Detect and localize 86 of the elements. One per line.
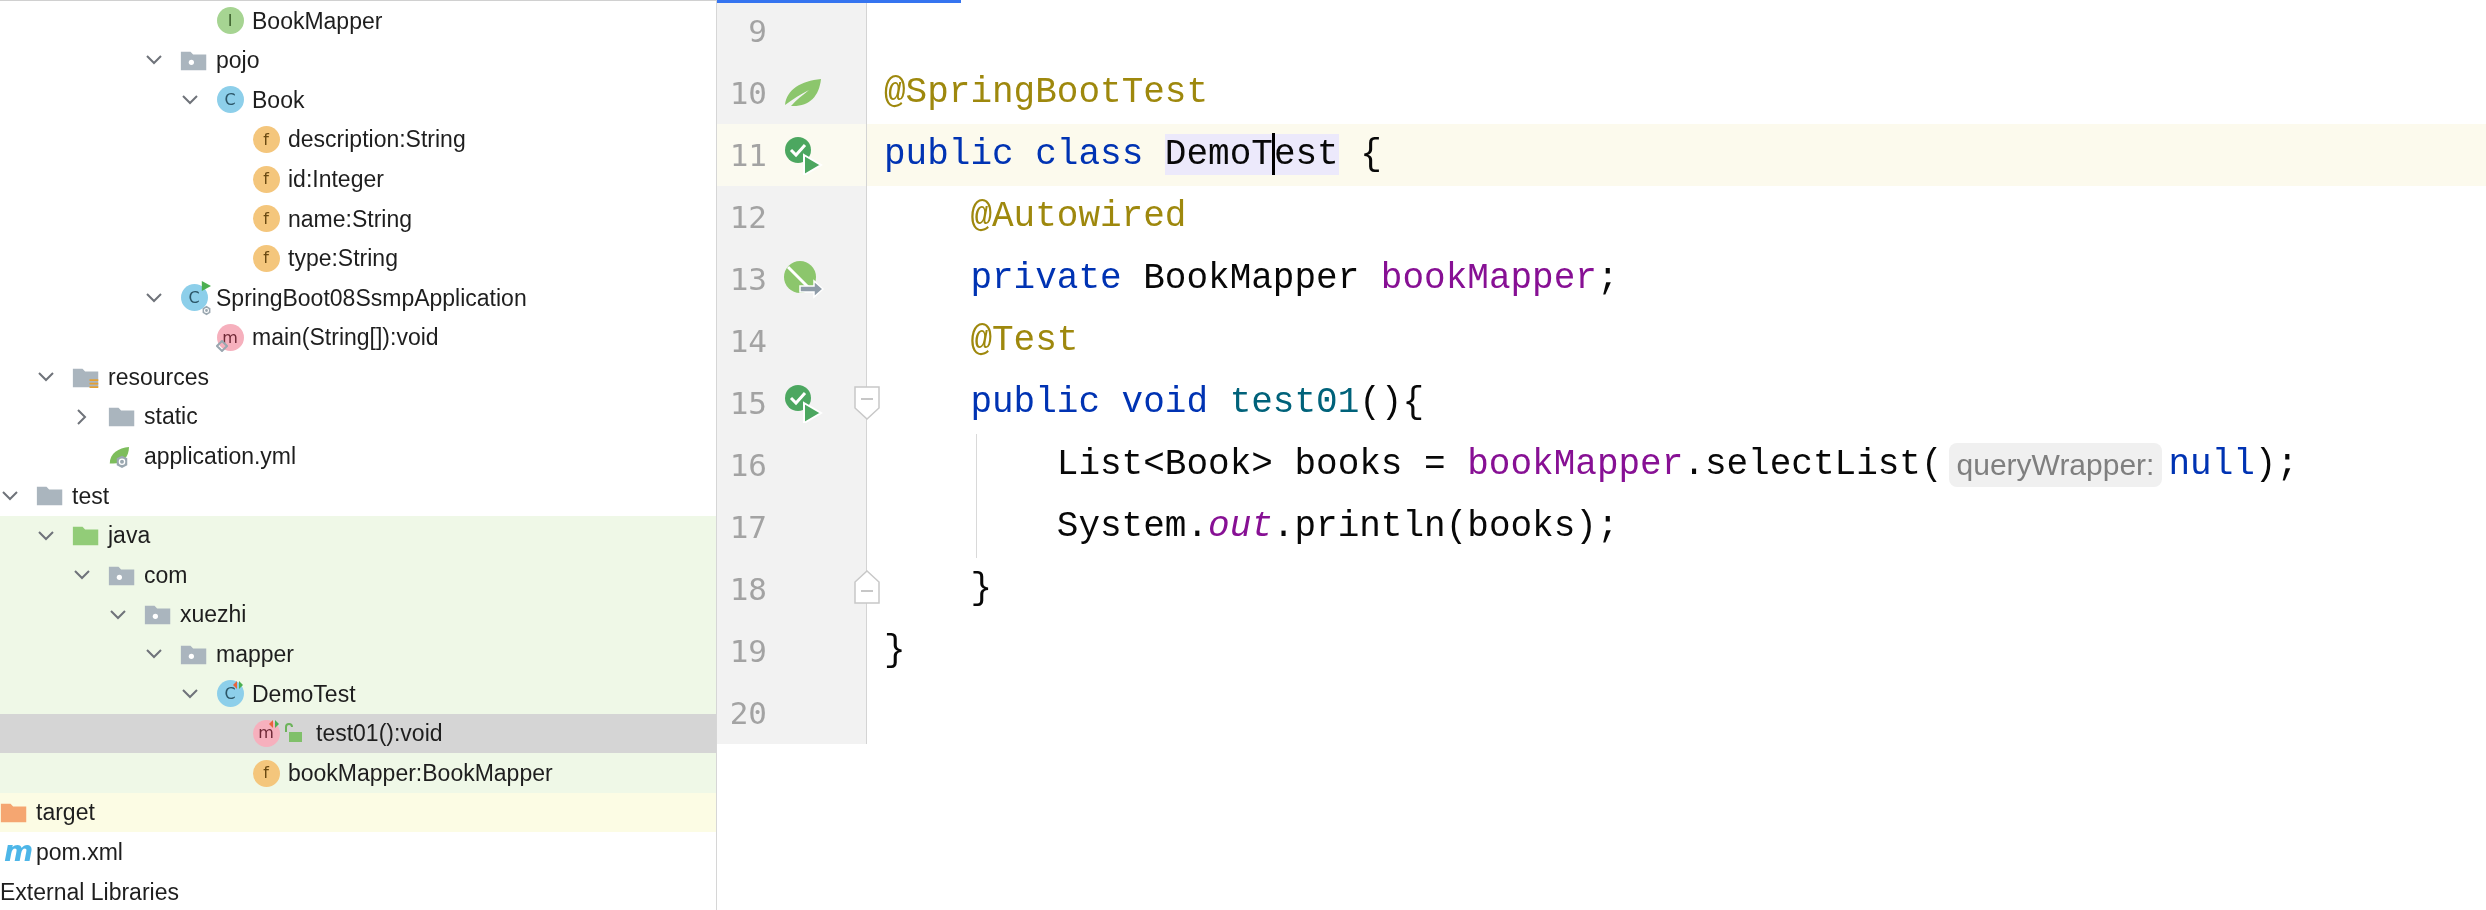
line-number: 17 <box>728 507 767 547</box>
code-text: } <box>884 629 906 673</box>
line-number: 19 <box>728 631 767 671</box>
parameter-hint: queryWrapper: <box>1948 443 2163 487</box>
item-label: type:String <box>288 244 398 274</box>
code-text: @Autowired <box>970 195 1187 239</box>
chevron-down-icon[interactable] <box>74 570 90 581</box>
line-number: 11 <box>728 135 767 175</box>
excluded-folder-icon <box>0 801 28 825</box>
line-number: 12 <box>728 197 767 237</box>
item-label: External Libraries <box>0 877 179 907</box>
code-text: public void test01(){ <box>970 381 1425 425</box>
chevron-down-icon[interactable] <box>182 688 198 699</box>
field-icon: f <box>252 165 280 194</box>
item-label: application.yml <box>144 442 297 472</box>
item-label: test <box>72 481 110 511</box>
folder-icon <box>108 405 136 429</box>
code-text: @Test <box>970 319 1079 363</box>
chevron-down-icon[interactable] <box>38 372 54 383</box>
item-label: BookMapper <box>252 6 383 36</box>
line-number: 13 <box>728 259 767 299</box>
code-text: } <box>970 567 992 611</box>
item-label: com <box>144 560 188 590</box>
item-label: java <box>108 521 151 551</box>
chevron-down-icon[interactable] <box>38 530 54 541</box>
item-label: pojo <box>216 46 260 76</box>
chevron-down-icon[interactable] <box>110 609 126 620</box>
tree-row[interactable]: f bookMapper:BookMapper <box>0 753 716 793</box>
item-label: test01():void <box>316 719 443 749</box>
bean-navigate-icon[interactable] <box>782 259 824 299</box>
item-label: static <box>144 402 198 432</box>
method-icon: m <box>216 323 244 352</box>
field-icon: f <box>252 204 280 233</box>
code-text: public class DemoTest { <box>884 132 1382 178</box>
chevron-down-icon[interactable] <box>2 490 18 501</box>
tree-row[interactable]: com <box>0 555 716 595</box>
folder-icon <box>36 484 64 508</box>
line-number: 14 <box>728 321 767 361</box>
test-folder-icon <box>72 524 100 547</box>
code-text: @SpringBootTest <box>884 71 1209 115</box>
item-label: bookMapper:BookMapper <box>288 758 553 788</box>
item-label: description:String <box>288 125 466 155</box>
item-label: id:Integer <box>288 164 384 194</box>
item-label: mapper <box>216 640 294 670</box>
code-text: null); <box>2168 443 2299 487</box>
item-label: DemoTest <box>252 679 356 709</box>
code-text: private BookMapper bookMapper; <box>970 257 1619 301</box>
line-number: 10 <box>728 73 767 113</box>
tree-row[interactable]: mapper <box>0 634 716 675</box>
tree-row[interactable]: target <box>0 792 716 833</box>
tree-row[interactable]: java <box>0 515 716 556</box>
code-text: List<Book> books = bookMapper.selectList( <box>1056 443 1943 487</box>
chevron-down-icon[interactable] <box>182 95 198 105</box>
interface-icon: I <box>216 6 244 35</box>
fold-marker-icon[interactable] <box>854 386 880 420</box>
class-icon: C <box>216 86 244 114</box>
run-test-icon[interactable] <box>783 383 823 423</box>
tree-row[interactable]: C DemoTest <box>0 674 716 714</box>
item-label: resources <box>108 362 209 392</box>
item-label: Book <box>252 85 305 115</box>
code-text: System.out.println(books); <box>1056 505 1619 549</box>
item-label: name:String <box>288 204 412 234</box>
field-icon: f <box>252 759 280 788</box>
run-test-icon[interactable] <box>783 135 823 175</box>
line-number: 15 <box>728 383 767 423</box>
tree-row[interactable]: m test01():void <box>0 713 716 754</box>
chevron-down-icon[interactable] <box>146 292 162 303</box>
item-label: main(String[]):void <box>252 323 439 353</box>
line-number: 20 <box>728 693 767 733</box>
test-method-icon: m <box>252 719 280 748</box>
field-icon: f <box>252 244 280 273</box>
chevron-down-icon[interactable] <box>146 649 162 660</box>
item-label: SpringBoot08SsmpApplication <box>216 283 527 313</box>
chevron-down-icon[interactable] <box>146 55 162 66</box>
fold-marker-icon[interactable] <box>854 570 880 604</box>
line-number: 16 <box>728 445 767 485</box>
chevron-right-icon[interactable] <box>77 408 87 425</box>
item-label: target <box>36 798 95 828</box>
line-number: 9 <box>747 11 767 51</box>
item-label: pom.xml <box>36 838 123 867</box>
package-icon <box>144 603 172 627</box>
item-label: xuezhi <box>180 600 247 630</box>
test-class-icon: C <box>216 679 244 708</box>
line-number: 18 <box>728 569 767 609</box>
tree-row[interactable]: xuezhi <box>0 594 716 635</box>
field-icon: f <box>252 125 280 154</box>
